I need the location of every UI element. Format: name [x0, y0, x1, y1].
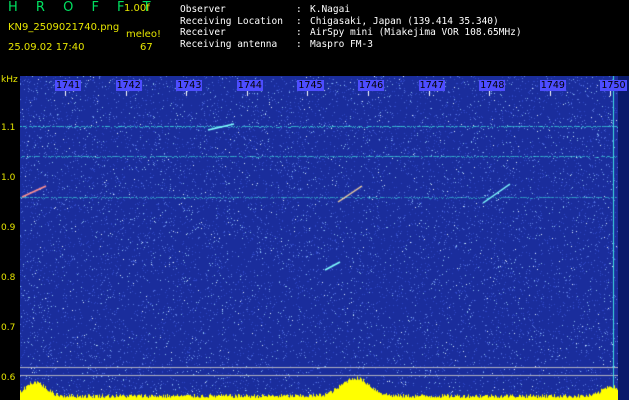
y-tick-label: 0.7 [1, 323, 16, 333]
y-tick-label: 0.9 [1, 223, 16, 233]
y-axis-labels: 1.1 1.0 0.9 0.8 0.7 0.6 [0, 76, 20, 400]
right-edge-band [618, 76, 629, 400]
x-tick-label: 1742 [115, 80, 142, 91]
y-tick-label: 0.6 [1, 373, 16, 383]
capture-datetime: 25.09.02 17:40 [8, 42, 85, 53]
x-tick-label: 1744 [236, 80, 263, 91]
meleo-label: meleo! [126, 29, 161, 40]
spectrogram-plot[interactable] [20, 76, 618, 400]
y-tick-label: 1.1 [1, 123, 16, 133]
y-tick-label: 0.8 [1, 273, 16, 283]
x-tick-label: 1748 [479, 80, 506, 91]
info-row-observer: Observer: K.Nagai [180, 4, 351, 15]
info-row-location: Receiving Location: Chigasaki, Japan (139… [180, 15, 499, 27]
meteor-count: 67 [140, 42, 153, 53]
x-tick-label: 1746 [358, 80, 385, 91]
y-tick-label: 1.0 [1, 173, 16, 183]
y-axis-unit: kHz [1, 75, 18, 85]
image-filename: KN9_2509021740.png [8, 22, 120, 33]
x-tick-label: 1745 [297, 80, 324, 91]
app-version: 1.00f [124, 3, 150, 14]
x-tick-label: 1743 [176, 80, 203, 91]
x-tick-label: 1741 [55, 80, 82, 91]
info-row-receiver: Receiver: AirSpy mini (Miakejima VOR 108.… [180, 27, 522, 38]
x-tick-label: 1747 [418, 80, 445, 91]
station-info: Observer: K.Nagai Receiving Location: Chig… [180, 4, 522, 50]
info-row-antenna: Receiving antenna: Maspro FM-3 [180, 38, 373, 50]
x-tick-label: 1749 [539, 80, 566, 91]
x-tick-label: 1750 [600, 80, 627, 91]
header-panel: H R O F F T 1.00f KN9_2509021740.png mel… [0, 0, 629, 76]
